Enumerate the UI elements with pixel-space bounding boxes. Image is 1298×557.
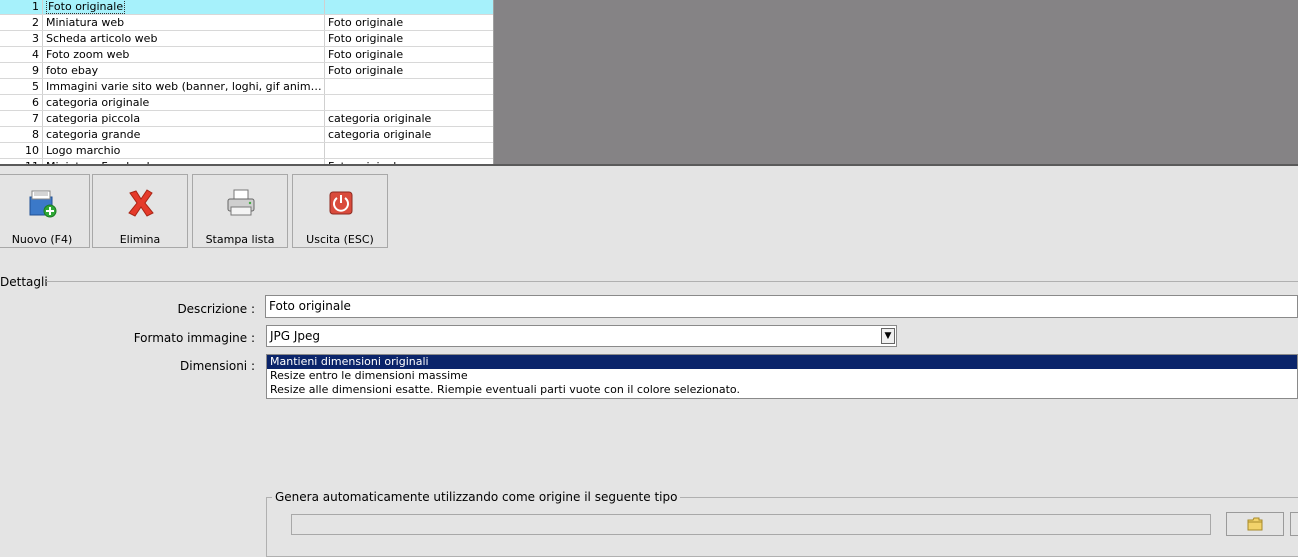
- description-field[interactable]: Foto originale: [265, 295, 1298, 318]
- splitter[interactable]: [0, 164, 1298, 166]
- cell-description-text: Logo marchio: [46, 144, 121, 157]
- new-button[interactable]: Nuovo (F4): [0, 174, 90, 248]
- dimension-option-resize-max[interactable]: Resize entro le dimensioni massime: [267, 369, 1297, 383]
- cell-description: Foto originale: [43, 0, 325, 14]
- cell-origin: [325, 95, 493, 110]
- cell-id: 7: [0, 111, 43, 126]
- cell-origin: [325, 79, 493, 94]
- cell-id: 2: [0, 15, 43, 30]
- table-row[interactable]: 4 Foto zoom web Foto originale: [0, 47, 493, 63]
- cell-description-text: Foto originale: [46, 0, 126, 14]
- dimensions-list[interactable]: Mantieni dimensioni originali Resize ent…: [266, 354, 1298, 399]
- cell-description: Miniatura web: [43, 15, 325, 30]
- folder-icon: [1247, 517, 1263, 531]
- table-row[interactable]: 8 categoria grande categoria originale: [0, 127, 493, 143]
- cell-description-text: foto ebay: [46, 64, 99, 77]
- details-divider: [46, 281, 1298, 282]
- table-row[interactable]: 9 foto ebay Foto originale: [0, 63, 493, 79]
- cell-id: 8: [0, 127, 43, 142]
- exit-button[interactable]: Uscita (ESC): [292, 174, 388, 248]
- table-row[interactable]: 7 categoria piccola categoria originale: [0, 111, 493, 127]
- cell-description: categoria grande: [43, 127, 325, 142]
- grid-empty-area: [494, 0, 1298, 165]
- cell-description-text: Miniatura web: [46, 16, 125, 29]
- add-document-icon: [29, 190, 57, 218]
- cell-origin: categoria originale: [328, 128, 432, 141]
- cell-description-text: categoria grande: [46, 128, 141, 141]
- browse-source-button[interactable]: [1226, 512, 1284, 536]
- cell-description-text: Foto zoom web: [46, 48, 130, 61]
- cell-description: Scheda articolo web: [43, 31, 325, 46]
- image-format-value: JPG Jpeg: [270, 329, 321, 343]
- dimensions-label: Dimensioni :: [180, 359, 255, 373]
- cell-origin: Foto originale: [328, 32, 404, 45]
- cell-description: Logo marchio: [43, 143, 325, 158]
- cell-description: categoria piccola: [43, 111, 325, 126]
- cell-id: 3: [0, 31, 43, 46]
- cell-id: 10: [0, 143, 43, 158]
- cell-origin: Foto originale: [328, 48, 404, 61]
- image-types-grid[interactable]: 1 Foto originale 2 Miniatura web Foto origin…: [0, 0, 494, 165]
- cell-id: 1: [0, 0, 43, 14]
- cell-description-text: Scheda articolo web: [46, 32, 158, 45]
- print-list-button-label: Stampa lista: [205, 233, 275, 246]
- new-button-label: Nuovo (F4): [11, 233, 73, 246]
- cell-description-text: Immagini varie sito web (banner, loghi, …: [46, 80, 324, 93]
- table-row[interactable]: 1 Foto originale: [0, 0, 493, 15]
- dimension-option-resize-exact[interactable]: Resize alle dimensioni esatte. Riempie e…: [267, 383, 1297, 397]
- table-row[interactable]: 6 categoria originale: [0, 95, 493, 111]
- table-row[interactable]: 2 Miniatura web Foto originale: [0, 15, 493, 31]
- cell-origin: categoria originale: [328, 112, 432, 125]
- chevron-down-icon[interactable]: ▼: [881, 328, 895, 344]
- cell-origin: [325, 0, 493, 14]
- delete-button[interactable]: Elimina: [92, 174, 188, 248]
- cell-origin: Foto originale: [328, 64, 404, 77]
- cell-description-text: categoria piccola: [46, 112, 141, 125]
- delete-button-label: Elimina: [119, 233, 161, 246]
- description-label: Descrizione :: [177, 302, 255, 316]
- table-row[interactable]: 5 Immagini varie sito web (banner, loghi,…: [0, 79, 493, 95]
- print-list-button[interactable]: Stampa lista: [192, 174, 288, 248]
- cell-description: Foto zoom web: [43, 47, 325, 62]
- red-x-icon: [128, 189, 154, 217]
- clear-source-button[interactable]: [1290, 512, 1298, 536]
- dimension-option-keep-original[interactable]: Mantieni dimensioni originali: [267, 355, 1297, 369]
- printer-icon: [227, 189, 255, 216]
- cell-description-text: categoria originale: [46, 96, 150, 109]
- cell-id: 4: [0, 47, 43, 62]
- cell-origin: Foto originale: [328, 16, 404, 29]
- table-row[interactable]: 10 Logo marchio: [0, 143, 493, 159]
- cell-description: foto ebay: [43, 63, 325, 78]
- details-group-title: Dettagli: [0, 275, 48, 289]
- image-format-select[interactable]: JPG Jpeg ▼: [266, 325, 897, 347]
- cell-origin: [325, 143, 493, 158]
- cell-id: 9: [0, 63, 43, 78]
- cell-id: 6: [0, 95, 43, 110]
- auto-generate-source-field: [291, 514, 1211, 535]
- exit-button-label: Uscita (ESC): [306, 233, 374, 246]
- description-value: Foto originale: [269, 299, 351, 313]
- auto-generate-title: Genera automaticamente utilizzando come …: [272, 490, 681, 504]
- cell-description: Immagini varie sito web (banner, loghi, …: [43, 79, 325, 94]
- cell-id: 5: [0, 79, 43, 94]
- cell-description: categoria originale: [43, 95, 325, 110]
- power-icon: [329, 191, 353, 215]
- image-format-label: Formato immagine :: [133, 331, 255, 345]
- table-row[interactable]: 3 Scheda articolo web Foto originale: [0, 31, 493, 47]
